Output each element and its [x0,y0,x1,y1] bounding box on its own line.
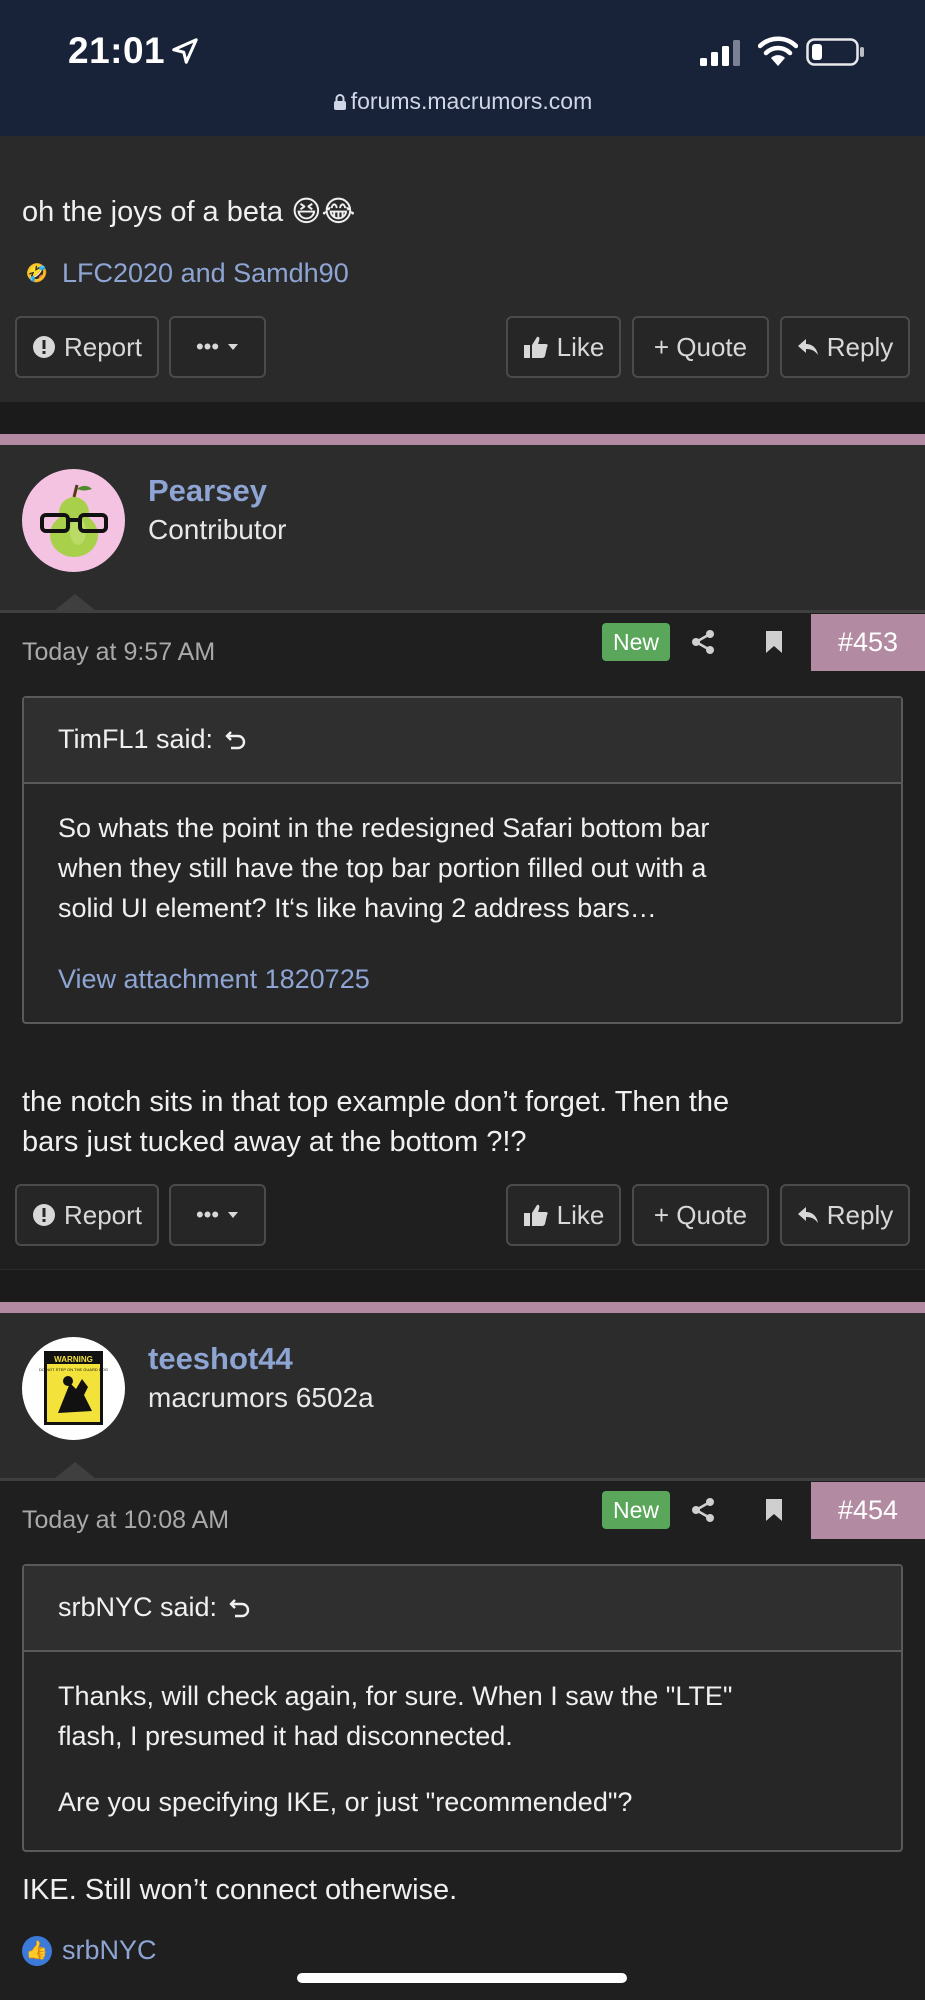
report-button[interactable]: Report [15,1184,159,1246]
new-badge: New [602,1491,670,1529]
post-date[interactable]: Today at 9:57 AM [22,638,215,667]
reaction-users[interactable]: srbNYC [62,1935,157,1966]
reply-button[interactable]: Reply [780,1184,910,1246]
reaction-summary[interactable]: 👍 srbNYC [22,1935,157,1966]
post-body: the notch sits in that top example don’t… [22,1086,730,1158]
bookmark-icon[interactable] [764,630,784,654]
quote-block: TimFL1 said: So whats the point in the r… [22,696,903,1024]
wifi-icon [758,36,798,66]
bookmark-icon[interactable] [764,1498,784,1522]
reply-arrow-icon [797,339,818,355]
post-number[interactable]: #453 [811,614,925,671]
address-bar[interactable]: forums.macrumors.com [0,88,925,115]
username[interactable]: Pearsey [148,473,267,509]
user-title: macrumors 6502a [148,1382,374,1413]
user-block: WARNING DO NOT STEP ON THE GUARD DOG tee… [0,1313,925,1478]
more-options-button[interactable]: ••• [169,316,266,378]
user-pointer [55,594,95,610]
post-date[interactable]: Today at 10:08 AM [22,1506,229,1535]
quote-text: Thanks, will check again, for sure. When… [58,1681,733,1751]
pear-glasses-icon [40,484,108,557]
rofl-reaction-icon: 🤣 [25,263,49,283]
quote-text: Are you specifying IKE, or just "recomme… [58,1787,633,1817]
attachment-link[interactable]: View attachment 1820725 [58,964,370,995]
report-button[interactable]: Report [15,316,159,378]
reply-button[interactable]: Reply [780,316,910,378]
caret-down-icon [228,1212,239,1218]
username[interactable]: teeshot44 [148,1341,293,1377]
avatar[interactable]: WARNING DO NOT STEP ON THE GUARD DOG [22,1337,125,1440]
more-options-button[interactable]: ••• [169,1184,266,1246]
clock: 21:01 [68,30,166,71]
post-body: oh the joys of a beta 😆😂 [22,196,356,228]
post-separator [0,402,925,434]
thumbs-up-icon [523,1204,548,1226]
quote-text: So whats the point in the redesigned Saf… [58,813,710,923]
alert-icon [32,1204,55,1226]
post-separator [0,1270,925,1302]
post-accent-bar [0,434,925,445]
reaction-users[interactable]: LFC2020 and Samdh90 [62,258,349,289]
jump-to-quote-icon[interactable] [229,1597,251,1619]
quote-author[interactable]: TimFL1 said: [58,724,247,755]
sign-subtitle: DO NOT STEP ON THE GUARD DOG [39,1367,108,1372]
user-block: Pearsey Contributor [0,445,925,610]
sign-title: WARNING [54,1355,93,1364]
like-reaction-icon: 👍 [22,1935,52,1966]
cellular-signal-icon [700,40,740,66]
jump-to-quote-icon[interactable] [225,729,247,751]
alert-icon [32,336,55,358]
user-title: Contributor [148,514,287,545]
location-arrow-icon [172,38,198,64]
quote-button[interactable]: + Quote [632,1184,769,1246]
home-indicator[interactable] [297,1973,627,1983]
reply-arrow-icon [797,1207,818,1223]
lock-icon [333,94,346,110]
quote-header: TimFL1 said: [24,698,901,784]
reaction-summary[interactable]: 🤣 LFC2020 and Samdh90 [22,258,349,289]
battery-icon [806,38,864,66]
share-icon[interactable] [690,629,716,655]
url-text: forums.macrumors.com [350,88,593,114]
avatar[interactable] [22,469,125,572]
quote-author[interactable]: srbNYC said: [58,1592,251,1623]
share-icon[interactable] [690,1497,716,1523]
post-accent-bar [0,1302,925,1313]
like-button[interactable]: Like [506,1184,621,1246]
status-bar: 21:01 forums.macrumors.com [0,0,925,136]
quote-button[interactable]: + Quote [632,316,769,378]
like-button[interactable]: Like [506,316,621,378]
thumbs-up-icon [523,336,548,358]
new-badge: New [602,623,670,661]
quote-block: srbNYC said: Thanks, will check again, f… [22,1564,903,1852]
warning-sign-icon: WARNING DO NOT STEP ON THE GUARD DOG [39,1351,108,1425]
user-pointer [55,1462,95,1478]
quote-header: srbNYC said: [24,1566,901,1652]
post-number[interactable]: #454 [811,1482,925,1539]
post-body: IKE. Still won’t connect otherwise. [22,1874,458,1906]
caret-down-icon [228,344,239,350]
